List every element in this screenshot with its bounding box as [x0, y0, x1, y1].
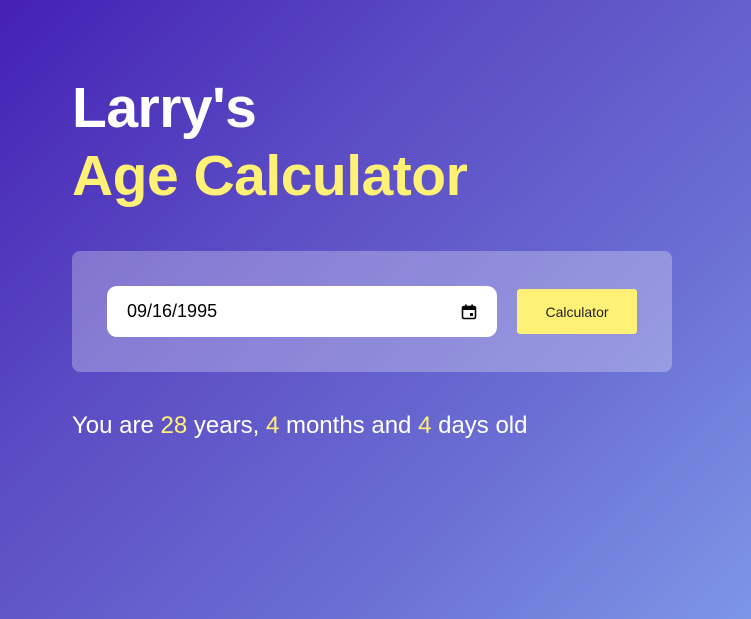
birthdate-input[interactable]: 09/16/1995 — [107, 286, 497, 337]
result-months-label: months and — [285, 412, 412, 439]
title-name: Larry's — [72, 76, 257, 140]
calculate-button[interactable]: Calculator — [517, 289, 637, 334]
page-title: Larry's Age Calculator — [72, 74, 468, 210]
result-years-label: years, — [193, 412, 260, 439]
birthdate-value: 09/16/1995 — [127, 301, 218, 321]
result-days-label: days old — [438, 412, 528, 439]
input-panel: 09/16/1995 Calculator — [72, 251, 672, 372]
result-years: 28 — [160, 412, 188, 439]
result-prefix: You are — [72, 412, 154, 439]
result-months: 4 — [265, 412, 280, 439]
title-app-name: Age Calculator — [72, 144, 468, 208]
result-days: 4 — [418, 412, 432, 439]
calendar-icon[interactable] — [461, 304, 477, 320]
age-result: You are 28 years, 4 months and 4 days ol… — [72, 410, 527, 442]
